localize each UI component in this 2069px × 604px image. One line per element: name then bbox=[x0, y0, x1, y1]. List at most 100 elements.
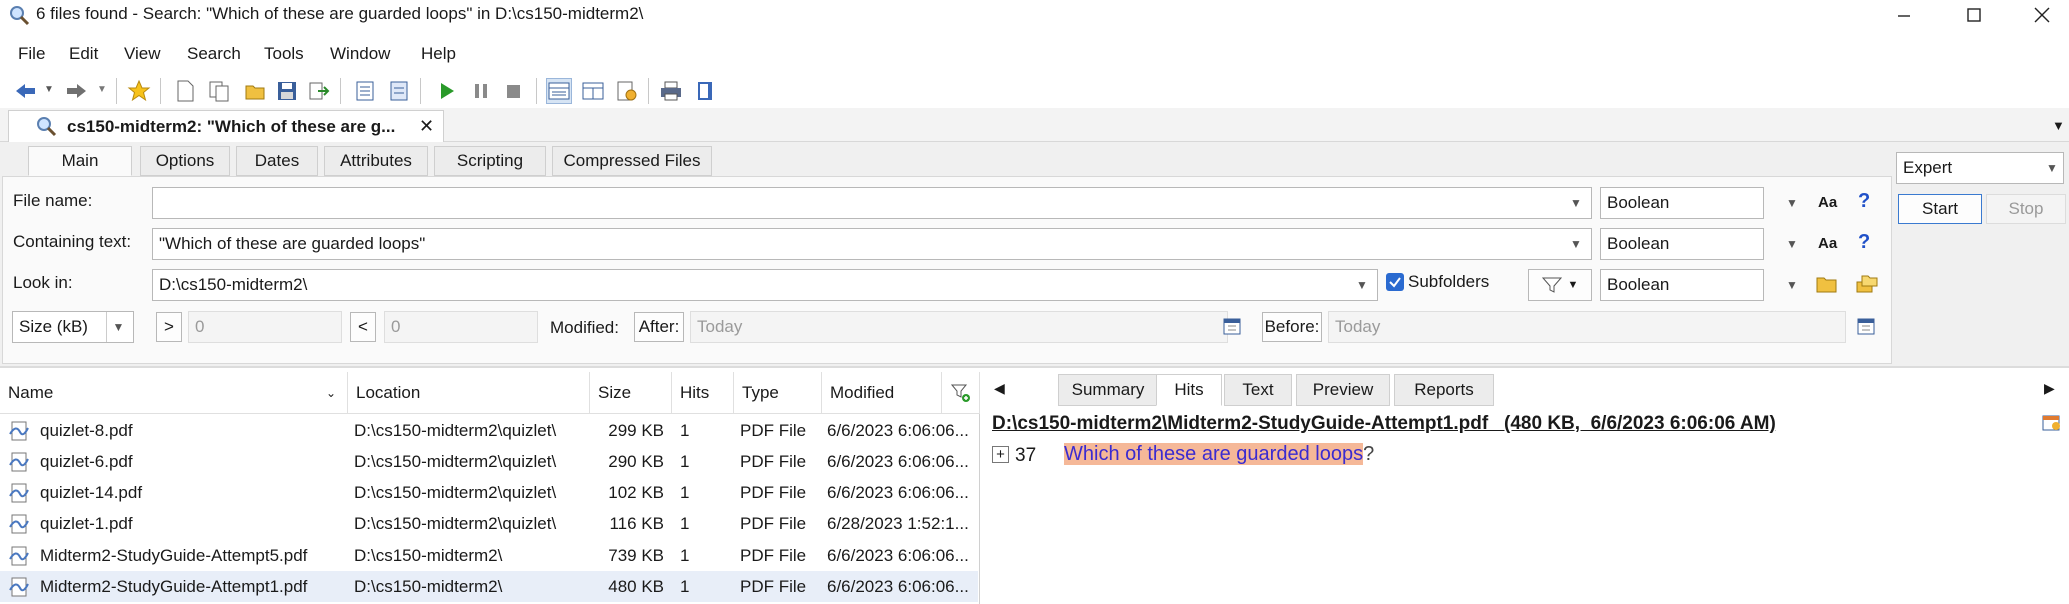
file-name-input[interactable] bbox=[152, 187, 1592, 219]
menu-tools[interactable]: Tools bbox=[264, 44, 304, 64]
save-criteria-button[interactable] bbox=[386, 78, 412, 104]
tab-reports[interactable]: Reports bbox=[1394, 374, 1494, 406]
tab-scripting[interactable]: Scripting bbox=[434, 146, 546, 176]
minimize-button[interactable] bbox=[1874, 0, 1934, 30]
back-button[interactable] bbox=[12, 78, 38, 104]
mode-dropdown-icon[interactable]: ▼ bbox=[2040, 153, 2064, 183]
table-row[interactable]: Midterm2-StudyGuide-Attempt5.pdf D:\cs150… bbox=[0, 540, 978, 571]
favorites-button[interactable] bbox=[126, 78, 152, 104]
table-row[interactable]: quizlet-1.pdf D:\cs150-midterm2\quizlet\ 1… bbox=[0, 508, 978, 539]
hit-file-header[interactable]: D:\cs150-midterm2\Midterm2-StudyGuide-At… bbox=[992, 413, 1776, 435]
containing-text-mode-select[interactable]: Boolean bbox=[1600, 228, 1764, 260]
column-type[interactable]: Type bbox=[734, 372, 822, 414]
menu-view[interactable]: View bbox=[124, 44, 161, 64]
size-min-input[interactable]: 0 bbox=[188, 311, 342, 343]
tab-dates[interactable]: Dates bbox=[236, 146, 318, 176]
tab-summary[interactable]: Summary bbox=[1058, 374, 1158, 406]
help-icon[interactable]: ? bbox=[1858, 190, 1870, 213]
look-in-mode-dropdown-icon[interactable]: ▼ bbox=[1780, 270, 1804, 300]
filter-button[interactable]: ▼ bbox=[1528, 269, 1592, 301]
hits-options-button[interactable] bbox=[2042, 414, 2062, 437]
subfolders-checkbox[interactable] bbox=[1386, 273, 1404, 291]
column-name[interactable]: Name ⌄ bbox=[0, 372, 348, 414]
help-icon[interactable]: ? bbox=[1858, 231, 1870, 254]
menu-file[interactable]: File bbox=[18, 44, 45, 64]
tab-text[interactable]: Text bbox=[1224, 374, 1292, 406]
layout-button-2[interactable] bbox=[580, 78, 606, 104]
start-button[interactable]: Start bbox=[1898, 194, 1982, 224]
before-calendar-button[interactable] bbox=[1856, 316, 1876, 341]
back-dropdown-icon[interactable]: ▼ bbox=[44, 84, 54, 95]
table-row[interactable]: Midterm2-StudyGuide-Attempt1.pdf D:\cs150… bbox=[0, 571, 978, 602]
close-tab-icon[interactable]: ✕ bbox=[419, 116, 434, 137]
match-case-icon[interactable]: Aa bbox=[1818, 235, 1837, 252]
after-calendar-button[interactable] bbox=[1222, 316, 1242, 341]
containing-mode-dropdown-icon[interactable]: ▼ bbox=[1780, 229, 1804, 259]
close-button[interactable] bbox=[2012, 0, 2069, 30]
layout-button-1[interactable] bbox=[546, 78, 572, 104]
menu-window[interactable]: Window bbox=[330, 44, 390, 64]
browse-locations-button[interactable] bbox=[1856, 274, 1878, 299]
menu-help[interactable]: Help bbox=[421, 44, 456, 64]
tab-list-dropdown-icon[interactable]: ▼ bbox=[2052, 118, 2065, 133]
menu-edit[interactable]: Edit bbox=[69, 44, 98, 64]
tab-attributes[interactable]: Attributes bbox=[324, 146, 428, 176]
scroll-right-icon[interactable]: ▶ bbox=[2044, 380, 2055, 397]
stop-button[interactable] bbox=[500, 78, 526, 104]
after-button[interactable]: After: bbox=[634, 312, 684, 342]
before-date-input[interactable]: Today bbox=[1328, 311, 1846, 343]
load-criteria-button[interactable] bbox=[352, 78, 378, 104]
search-document-tab[interactable]: cs150-midterm2: "Which of these are g...… bbox=[8, 110, 444, 143]
forward-button[interactable] bbox=[64, 78, 90, 104]
size-max-input[interactable]: 0 bbox=[384, 311, 538, 343]
file-name-dropdown-icon[interactable]: ▼ bbox=[1564, 188, 1588, 218]
tab-compressed-files[interactable]: Compressed Files bbox=[552, 146, 712, 176]
greater-than-button[interactable]: > bbox=[156, 312, 182, 342]
column-location[interactable]: Location bbox=[348, 372, 590, 414]
tab-main[interactable]: Main bbox=[28, 146, 132, 176]
size-unit-dropdown-icon[interactable]: ▼ bbox=[106, 312, 130, 342]
column-hits[interactable]: Hits bbox=[672, 372, 734, 414]
stop-button[interactable]: Stop bbox=[1986, 194, 2066, 224]
table-row[interactable]: quizlet-6.pdf D:\cs150-midterm2\quizlet\ 2… bbox=[0, 446, 978, 477]
open-button[interactable] bbox=[242, 78, 268, 104]
before-button[interactable]: Before: bbox=[1262, 312, 1322, 342]
after-date-input[interactable]: Today bbox=[690, 311, 1228, 343]
cell-location: D:\cs150-midterm2\quizlet\ bbox=[354, 477, 590, 508]
scroll-left-icon[interactable]: ◀ bbox=[994, 380, 1005, 397]
file-name-mode-select[interactable]: Boolean bbox=[1600, 187, 1764, 219]
browse-folder-button[interactable] bbox=[1816, 274, 1838, 299]
tab-hits[interactable]: Hits bbox=[1156, 374, 1222, 406]
containing-text-dropdown-icon[interactable]: ▼ bbox=[1564, 229, 1588, 259]
table-row[interactable]: quizlet-14.pdf D:\cs150-midterm2\quizlet\… bbox=[0, 477, 978, 508]
pause-button[interactable] bbox=[468, 78, 494, 104]
new-button[interactable] bbox=[172, 78, 198, 104]
maximize-button[interactable] bbox=[1944, 0, 2004, 30]
match-case-icon[interactable]: Aa bbox=[1818, 194, 1837, 211]
table-row[interactable]: quizlet-8.pdf D:\cs150-midterm2\quizlet\ 2… bbox=[0, 415, 978, 446]
options-button[interactable] bbox=[614, 78, 640, 104]
mode-select[interactable]: Expert bbox=[1896, 152, 2064, 184]
column-size[interactable]: Size bbox=[590, 372, 672, 414]
copy-button[interactable] bbox=[206, 78, 232, 104]
file-name-mode-dropdown-icon[interactable]: ▼ bbox=[1780, 188, 1804, 218]
look-in-mode-select[interactable]: Boolean bbox=[1600, 269, 1764, 301]
column-filter-button[interactable] bbox=[942, 372, 980, 414]
less-than-button[interactable]: < bbox=[350, 312, 376, 342]
column-modified[interactable]: Modified bbox=[822, 372, 942, 414]
cell-location-text: D:\cs150-midterm2\ bbox=[354, 576, 503, 596]
help-book-button[interactable] bbox=[692, 78, 718, 104]
menu-search[interactable]: Search bbox=[187, 44, 241, 64]
look-in-dropdown-icon[interactable]: ▼ bbox=[1350, 270, 1374, 300]
tab-preview[interactable]: Preview bbox=[1296, 374, 1390, 406]
containing-text-input[interactable]: "Which of these are guarded loops" bbox=[152, 228, 1592, 260]
print-button[interactable] bbox=[658, 78, 684, 104]
expand-hit-icon[interactable]: + bbox=[992, 446, 1009, 463]
look-in-input[interactable]: D:\cs150-midterm2\ bbox=[152, 269, 1378, 301]
save-button[interactable] bbox=[274, 78, 300, 104]
start-search-button[interactable] bbox=[434, 78, 460, 104]
forward-dropdown-icon[interactable]: ▼ bbox=[97, 84, 107, 95]
look-in-label: Look in: bbox=[13, 273, 73, 292]
tab-options[interactable]: Options bbox=[140, 146, 230, 176]
export-button[interactable] bbox=[306, 78, 332, 104]
